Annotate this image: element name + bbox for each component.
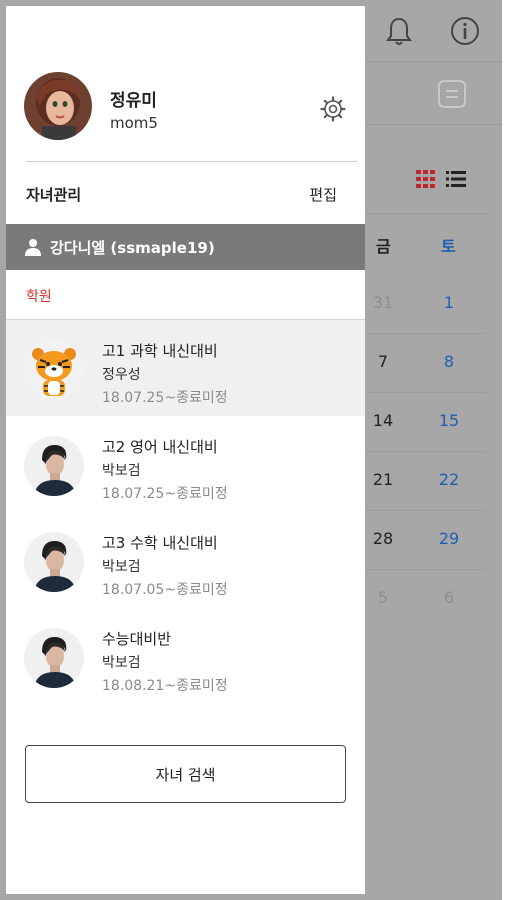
gear-icon[interactable]: [318, 94, 348, 124]
class-teacher: 박보검: [102, 559, 141, 575]
profile-header: 정유미 mom5: [6, 6, 365, 162]
class-title: 수능대비반: [102, 630, 172, 648]
class-period: 18.07.25~종료미정: [102, 390, 228, 406]
calendar-day[interactable]: 31: [363, 293, 403, 312]
child-name: 강다니엘 (ssmaple19): [50, 238, 215, 257]
screen-edge: [502, 0, 506, 900]
profile-id: mom5: [110, 114, 158, 132]
calendar-day[interactable]: 8: [429, 352, 469, 371]
search-child-button[interactable]: 자녀 검색: [25, 745, 346, 803]
weekday-fri: 금: [376, 237, 391, 256]
class-teacher: 정우성: [102, 367, 141, 383]
grid-view-icon[interactable]: [416, 170, 436, 192]
divider: [366, 213, 486, 214]
calendar-day[interactable]: 22: [429, 470, 469, 489]
teacher-avatar: [24, 532, 84, 592]
class-teacher: 박보검: [102, 463, 141, 479]
calendar-day[interactable]: 6: [429, 588, 469, 607]
calendar-day[interactable]: 5: [363, 588, 403, 607]
list-view-icon[interactable]: [446, 170, 466, 192]
class-list: 고1 과학 내신대비 정우성 18.07.25~종료미정 고2 영어 내신대비 …: [6, 320, 365, 704]
class-title: 고2 영어 내신대비: [102, 438, 218, 456]
teacher-avatar: [24, 628, 84, 688]
calendar-topbar: [366, 0, 502, 62]
info-icon[interactable]: [448, 14, 482, 48]
week-divider: [366, 392, 486, 393]
edit-button[interactable]: 편집: [309, 184, 337, 205]
avatar[interactable]: [24, 72, 92, 140]
teacher-avatar: [24, 436, 84, 496]
profile-name: 정유미: [110, 91, 157, 111]
week-divider: [366, 569, 486, 570]
class-period: 18.08.21~종료미정: [102, 678, 228, 694]
academy-label: 학원: [26, 289, 52, 305]
calendar-day[interactable]: 29: [429, 529, 469, 548]
memo-icon[interactable]: [436, 78, 468, 110]
children-section-header: 자녀관리 편집: [6, 166, 365, 224]
class-item[interactable]: 고2 영어 내신대비 박보검 18.07.25~종료미정: [6, 416, 365, 512]
calendar-day[interactable]: 14: [363, 411, 403, 430]
week-divider: [366, 451, 486, 452]
class-item[interactable]: 수능대비반 박보검 18.08.21~종료미정: [6, 608, 365, 704]
person-icon: [25, 239, 41, 256]
class-period: 18.07.25~종료미정: [102, 486, 228, 502]
selected-child[interactable]: 강다니엘 (ssmaple19): [6, 224, 365, 270]
tiger-mascot-avatar: [24, 340, 84, 400]
weekday-sat: 토: [441, 237, 456, 256]
calendar-day[interactable]: 28: [363, 529, 403, 548]
class-title: 고3 수학 내신대비: [102, 534, 218, 552]
class-item[interactable]: 고1 과학 내신대비 정우성 18.07.25~종료미정: [6, 320, 365, 416]
week-divider: [366, 333, 486, 334]
calendar-day[interactable]: 15: [429, 411, 469, 430]
class-teacher: 박보검: [102, 655, 141, 671]
bell-icon[interactable]: [382, 14, 416, 48]
class-item[interactable]: 고3 수학 내신대비 박보검 18.07.05~종료미정: [6, 512, 365, 608]
calendar-day[interactable]: 1: [429, 293, 469, 312]
class-title: 고1 과학 내신대비: [102, 342, 218, 360]
calendar-day[interactable]: 21: [363, 470, 403, 489]
class-period: 18.07.05~종료미정: [102, 582, 228, 598]
week-divider: [366, 510, 486, 511]
calendar-day[interactable]: 7: [363, 352, 403, 371]
view-toggle: [416, 170, 466, 192]
divider: [26, 161, 357, 162]
side-drawer: 정유미 mom5 자녀관리 편집 강다니엘 (ssmaple19) 학원 고1 …: [6, 6, 365, 894]
section-title: 자녀관리: [26, 186, 82, 204]
divider: [366, 124, 502, 125]
